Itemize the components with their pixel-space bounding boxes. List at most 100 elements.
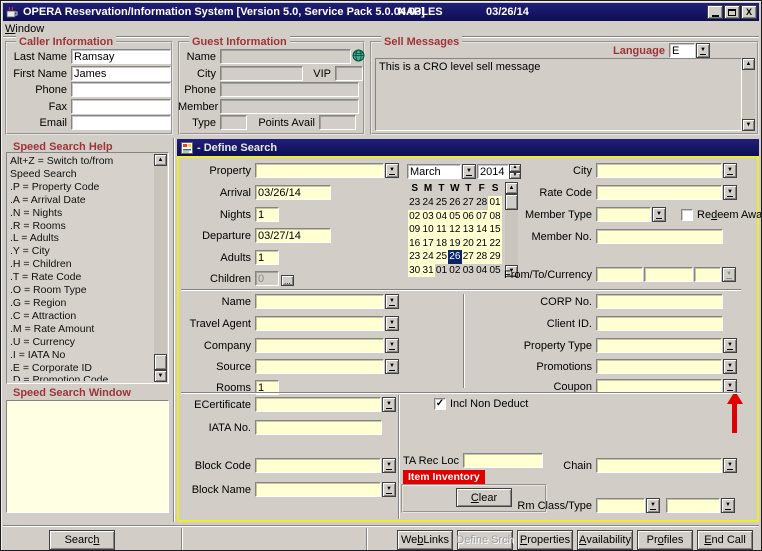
calendar-date[interactable]: 25 (435, 250, 448, 264)
speed-search-help-item[interactable]: .H = Children (10, 258, 140, 271)
calendar-date[interactable]: 09 (408, 223, 421, 237)
nights-input[interactable] (255, 207, 279, 222)
menu-window[interactable]: Window (5, 23, 44, 35)
arrival-input[interactable] (255, 185, 331, 200)
block-name-dropdown-button[interactable]: ▼ (382, 482, 396, 497)
email-input[interactable] (71, 115, 171, 130)
speed-search-help-item[interactable]: .P = Property Code (10, 181, 140, 194)
speed-search-help-item[interactable]: .Y = City (10, 245, 140, 258)
item-inventory-badge[interactable]: Item Inventory (403, 470, 485, 484)
rate-code-dropdown-button[interactable]: ▼ (723, 185, 737, 200)
member-type-dropdown-button[interactable]: ▼ (652, 207, 666, 222)
caller-phone-input[interactable] (71, 82, 171, 97)
speed-search-help-item[interactable]: .U = Currency (10, 336, 140, 349)
promotions-dropdown-button[interactable]: ▼ (723, 359, 737, 374)
language-input[interactable] (669, 43, 695, 58)
company-dropdown-button[interactable]: ▼ (385, 338, 399, 353)
end-call-button[interactable]: End Call (697, 530, 753, 550)
type-input[interactable] (220, 115, 247, 130)
iata-no-input[interactable] (255, 420, 382, 435)
rm-type-dropdown-button[interactable]: ▼ (721, 498, 735, 513)
calendar-date[interactable]: 17 (421, 237, 434, 251)
profiles-button[interactable]: Profiles (637, 530, 693, 550)
chain-input[interactable] (596, 458, 722, 473)
speed-search-help-item[interactable]: .E = Corporate ID (10, 362, 140, 375)
guest-phone-input[interactable] (220, 82, 359, 97)
calendar-month-dropdown-button[interactable]: ▼ (462, 164, 476, 179)
calendar-date[interactable]: 26 (448, 196, 461, 210)
calendar-date[interactable]: 27 (462, 196, 475, 210)
rate-code-input[interactable] (596, 185, 722, 200)
speed-search-help-item[interactable]: .G = Region (10, 297, 140, 310)
calendar-date[interactable]: 28 (475, 250, 488, 264)
points-avail-input[interactable] (319, 115, 356, 130)
calendar-date[interactable]: 13 (462, 223, 475, 237)
rm-type-input[interactable] (666, 498, 720, 513)
travel-agent-dropdown-button[interactable]: ▼ (385, 316, 399, 331)
web-links-button[interactable]: Web Links (397, 530, 453, 550)
speed-search-help-item[interactable]: .R = Rooms (10, 220, 140, 233)
speed-search-help-item[interactable]: .M = Rate Amount (10, 323, 140, 336)
vip-input[interactable] (335, 66, 363, 81)
calendar-date[interactable]: 06 (462, 210, 475, 224)
calendar-date[interactable]: 20 (462, 237, 475, 251)
city-input[interactable] (596, 163, 722, 178)
member-type-input[interactable] (596, 207, 651, 222)
guest-name-input[interactable] (220, 49, 351, 64)
search-button[interactable]: Search (49, 530, 115, 550)
calendar-date[interactable]: 24 (421, 250, 434, 264)
calendar-date[interactable]: 29 (488, 250, 501, 264)
calendar-date[interactable]: 10 (421, 223, 434, 237)
calendar-date[interactable]: 18 (435, 237, 448, 251)
departure-input[interactable] (255, 228, 331, 243)
ecertificate-dropdown-button[interactable]: ▼ (382, 397, 396, 412)
calendar-date[interactable]: 12 (448, 223, 461, 237)
incl-non-deduct-checkbox[interactable]: ✓ (434, 398, 446, 410)
adults-input[interactable] (255, 250, 279, 265)
first-name-input[interactable] (71, 66, 171, 81)
scroll-down-button[interactable]: ▼ (742, 119, 755, 131)
calendar-date[interactable]: 03 (421, 210, 434, 224)
member-input[interactable] (220, 99, 359, 114)
member-no-input[interactable] (596, 229, 723, 244)
calendar-date[interactable]: 03 (462, 264, 475, 278)
fax-input[interactable] (71, 99, 171, 114)
block-code-input[interactable] (255, 458, 381, 473)
speed-search-help-item[interactable]: .C = Attraction (10, 310, 140, 323)
language-dropdown-button[interactable]: ▼ (696, 43, 710, 58)
calendar-date[interactable]: 01 (435, 264, 448, 278)
property-dropdown-button[interactable]: ▼ (385, 163, 399, 178)
promotions-input[interactable] (596, 359, 722, 374)
speed-search-help-item[interactable]: .D = Promotion Code (10, 374, 140, 381)
calendar-date[interactable]: 23 (408, 250, 421, 264)
redeem-award-checkbox[interactable] (681, 209, 693, 221)
sell-messages-scrollbar[interactable]: ▲ ▼ (742, 58, 755, 131)
calendar-date[interactable]: 05 (448, 210, 461, 224)
calendar-date[interactable]: 02 (408, 210, 421, 224)
block-name-input[interactable] (255, 482, 381, 497)
calendar-date[interactable]: 31 (421, 264, 434, 278)
currency-input[interactable] (694, 267, 721, 282)
scroll-up-button[interactable]: ▲ (742, 58, 755, 70)
block-code-dropdown-button[interactable]: ▼ (382, 458, 396, 473)
calendar-date[interactable]: 02 (448, 264, 461, 278)
calendar-selected-date[interactable]: 26 (448, 250, 461, 264)
travel-agent-input[interactable] (255, 316, 384, 331)
from-input[interactable] (596, 267, 643, 282)
property-input[interactable] (255, 163, 384, 178)
guest-city-input[interactable] (220, 66, 303, 81)
minimize-button[interactable] (707, 5, 723, 19)
to-input[interactable] (644, 267, 693, 282)
globe-icon[interactable] (352, 49, 365, 62)
speed-search-help-item[interactable]: .L = Adults (10, 232, 140, 245)
speed-search-window-input[interactable] (6, 400, 169, 513)
speed-search-help-item[interactable]: .O = Room Type (10, 284, 140, 297)
rm-class-input[interactable] (596, 498, 645, 513)
speed-search-help-item[interactable]: Alt+Z = Switch to/from Speed Search (10, 155, 140, 181)
calendar-month-input[interactable] (407, 164, 461, 179)
scrollbar-track[interactable] (742, 70, 755, 119)
calendar-date[interactable]: 19 (448, 237, 461, 251)
rm-class-dropdown-button[interactable]: ▼ (646, 498, 660, 513)
calendar-date[interactable]: 25 (435, 196, 448, 210)
properties-button[interactable]: Properties (517, 530, 573, 550)
